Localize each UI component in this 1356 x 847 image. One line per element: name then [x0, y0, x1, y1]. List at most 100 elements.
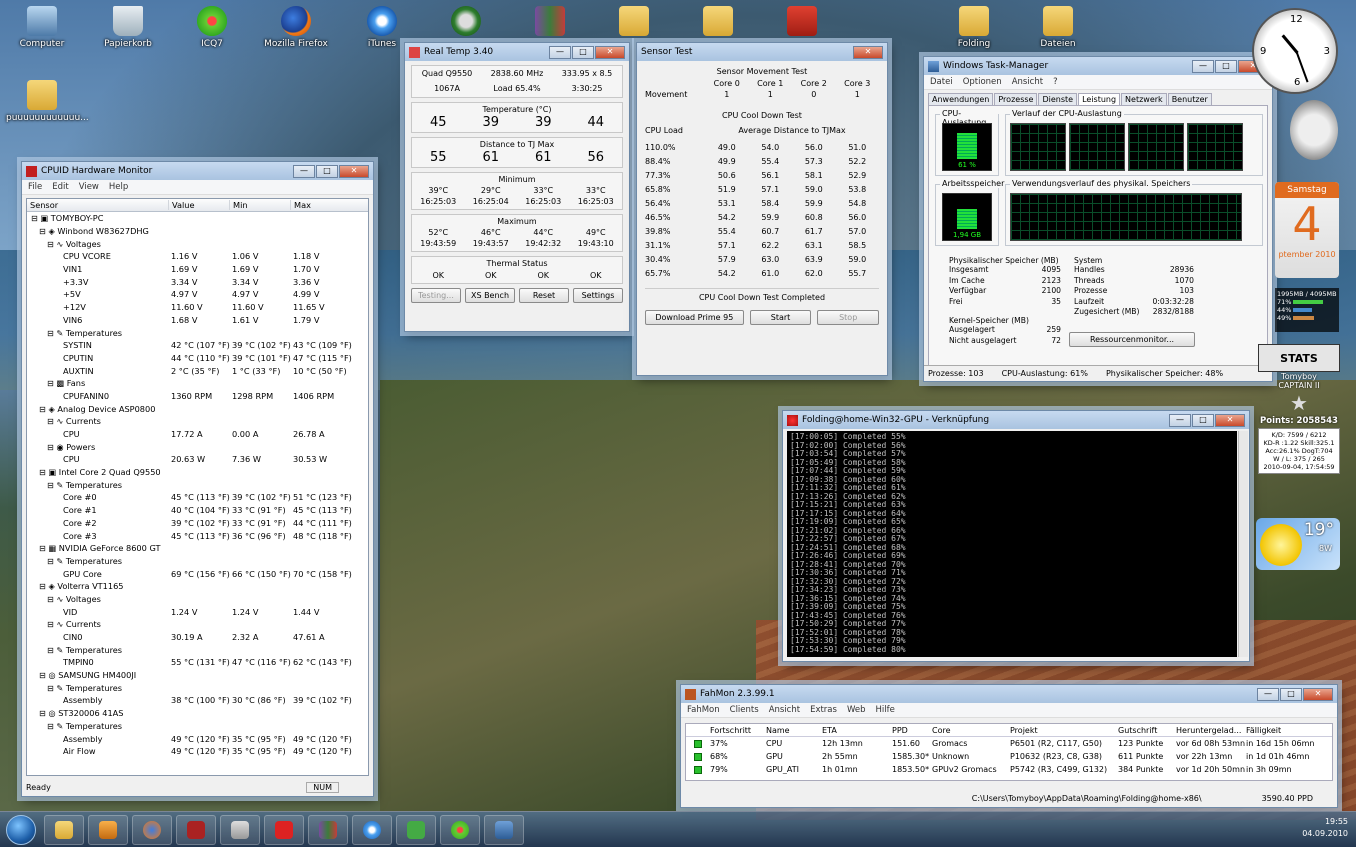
menu-clients[interactable]: Clients	[730, 705, 759, 715]
table-row[interactable]: CPUTIN 44 °C (110 °F) 39 °C (101 °F) 47 °C …	[27, 352, 368, 365]
maximize-button[interactable]: □	[1192, 413, 1214, 427]
table-row[interactable]: ⊟ ◎ SAMSUNG HM400JI	[27, 669, 368, 682]
fahmon-titlebar[interactable]: FahMon 2.3.99.1 — □ ✕	[681, 685, 1337, 703]
desktop-icon-mkv[interactable]	[434, 6, 498, 39]
taskbar-hwmonitor[interactable]	[176, 814, 216, 845]
desktop-icon-computer[interactable]: Computer	[10, 6, 74, 49]
desktop-icon-folding[interactable]: Folding	[942, 6, 1006, 49]
table-row[interactable]: 79% GPU_ATI 1h 01mn 1853.50* GPUv2 Gromacs P5…	[686, 763, 1332, 776]
weather-gadget[interactable]: 19° 8W	[1256, 518, 1340, 570]
testing-button[interactable]: Testing...	[411, 288, 461, 303]
sensortest-window[interactable]: Sensor Test ✕ Sensor Movement Test Core …	[636, 42, 888, 376]
column-header[interactable]: Core	[932, 726, 1010, 735]
sensortest-titlebar[interactable]: Sensor Test ✕	[637, 43, 887, 61]
column-header-max[interactable]: Max	[291, 200, 368, 210]
start-button[interactable]	[6, 814, 36, 845]
desktop-icon-recycle-bin[interactable]: Papierkorb	[96, 6, 160, 49]
table-row[interactable]: ⊟ ✎ Temperatures	[27, 643, 368, 656]
table-row[interactable]: ⊟ ✎ Temperatures	[27, 681, 368, 694]
table-row[interactable]: +12V 11.60 V 11.60 V 11.65 V	[27, 301, 368, 314]
settings-button[interactable]: Settings	[573, 288, 623, 303]
table-row[interactable]: ⊟ ∿ Voltages	[27, 593, 368, 606]
column-header-min[interactable]: Min	[230, 200, 291, 210]
table-row[interactable]: 37% CPU 12h 13mn 151.60 Gromacs P6501 (R2, C1…	[686, 737, 1332, 750]
column-header[interactable]: Fälligkeit	[1246, 726, 1314, 735]
table-row[interactable]: ⊟ ✎ Temperatures	[27, 720, 368, 733]
clock-gadget[interactable]: 12 3 6 9	[1252, 8, 1338, 94]
fahmon-client-table[interactable]: Fortschritt Name ETA PPD Core Projekt Gu…	[685, 723, 1333, 781]
close-button[interactable]: ✕	[1215, 413, 1245, 427]
column-header[interactable]: Projekt	[1010, 726, 1118, 735]
resource-monitor-button[interactable]: Ressourcenmonitor...	[1069, 332, 1195, 347]
table-row[interactable]: ⊟ ✎ Temperatures	[27, 478, 368, 491]
desktop-icon-folder-2[interactable]	[686, 6, 750, 39]
table-row[interactable]: ⊟ ∿ Currents	[27, 415, 368, 428]
minimize-button[interactable]: —	[549, 45, 571, 59]
tab-netzwerk[interactable]: Netzwerk	[1121, 93, 1167, 105]
menu-ansicht[interactable]: Ansicht	[1012, 77, 1043, 87]
realtemp-window[interactable]: Real Temp 3.40 — □ ✕ Quad Q9550 2838.60 MH…	[404, 42, 630, 332]
table-row[interactable]: ⊟ ▩ Fans	[27, 377, 368, 390]
table-row[interactable]: CPU 20.63 W 7.36 W 30.53 W	[27, 453, 368, 466]
table-row[interactable]: Core #0 45 °C (113 °F) 39 °C (102 °F) 51 °C…	[27, 491, 368, 504]
minimize-button[interactable]: —	[1169, 413, 1191, 427]
column-header[interactable]: Name	[766, 726, 822, 735]
table-row[interactable]: 68% GPU 2h 55mn 1585.30* Unknown P10632 (R23,…	[686, 750, 1332, 763]
taskbar-realtemp[interactable]	[220, 814, 260, 845]
close-button[interactable]: ✕	[853, 45, 883, 59]
table-row[interactable]: CPU 17.72 A 0.00 A 26.78 A	[27, 428, 368, 441]
table-row[interactable]: VIN1 1.69 V 1.69 V 1.70 V	[27, 263, 368, 276]
menu-ansicht[interactable]: Ansicht	[769, 705, 800, 715]
table-row[interactable]: ⊟ ◎ ST320006 41AS	[27, 707, 368, 720]
start-button[interactable]: Start	[749, 310, 812, 325]
menu-extras[interactable]: Extras	[810, 705, 837, 715]
desktop-icon-firefox[interactable]: Mozilla Firefox	[264, 6, 328, 49]
taskbar-icq[interactable]	[440, 814, 480, 845]
table-row[interactable]: Core #1 40 °C (104 °F) 33 °C (91 °F) 45 °C …	[27, 504, 368, 517]
cpu-meter-gadget[interactable]	[1290, 100, 1338, 160]
xs-bench-button[interactable]: XS Bench	[465, 288, 515, 303]
taskbar-media[interactable]	[88, 814, 128, 845]
taskbar-explorer[interactable]	[44, 814, 84, 845]
table-row[interactable]: Core #3 45 °C (113 °F) 36 °C (96 °F) 48 °C …	[27, 529, 368, 542]
table-row[interactable]: Assembly 49 °C (120 °F) 35 °C (95 °F) 49 °C…	[27, 732, 368, 745]
taskmanager-window[interactable]: Windows Task-Manager — □ ✕ Datei Optionen …	[923, 56, 1273, 382]
taskmanager-titlebar[interactable]: Windows Task-Manager — □ ✕	[924, 57, 1272, 75]
console-scrollbar[interactable]	[1238, 431, 1248, 657]
close-button[interactable]: ✕	[595, 45, 625, 59]
desktop-icon-icq[interactable]: ICQ7	[180, 6, 244, 49]
table-row[interactable]: CIN0 30.19 A 2.32 A 47.61 A	[27, 631, 368, 644]
reset-button[interactable]: Reset	[519, 288, 569, 303]
realtemp-titlebar[interactable]: Real Temp 3.40 — □ ✕	[405, 43, 629, 61]
column-header[interactable]: Fortschritt	[710, 726, 766, 735]
desktop-icon-winrar[interactable]	[518, 6, 582, 39]
table-row[interactable]: ⊟ ∿ Voltages	[27, 237, 368, 250]
menu-hilfe[interactable]: Hilfe	[876, 705, 895, 715]
tab-anwendungen[interactable]: Anwendungen	[928, 93, 994, 105]
table-row[interactable]: AUXTIN 2 °C (35 °F) 1 °C (33 °F) 10 °C (50 …	[27, 364, 368, 377]
maximize-button[interactable]: □	[572, 45, 594, 59]
column-header[interactable]: Heruntergelad...	[1176, 726, 1246, 735]
table-row[interactable]: ⊟ ✎ Temperatures	[27, 326, 368, 339]
table-row[interactable]: VID 1.24 V 1.24 V 1.44 V	[27, 605, 368, 618]
table-row[interactable]: TMPIN0 55 °C (131 °F) 47 °C (116 °F) 62 °C …	[27, 656, 368, 669]
table-row[interactable]: SYSTIN 42 °C (107 °F) 39 °C (102 °F) 43 °C …	[27, 339, 368, 352]
table-row[interactable]: Assembly 38 °C (100 °F) 30 °C (86 °F) 39 °C…	[27, 694, 368, 707]
console-output[interactable]: [17:00:05] Completed 55% [17:02:00] Compl…	[787, 431, 1237, 657]
column-header[interactable]: Gutschrift	[1118, 726, 1176, 735]
tab-prozesse[interactable]: Prozesse	[994, 93, 1038, 105]
column-header[interactable]: PPD	[892, 726, 932, 735]
maximize-button[interactable]: □	[316, 164, 338, 178]
menu-help[interactable]: ?	[1053, 77, 1058, 87]
folding-stats-gadget[interactable]: STATS Tomyboy CAPTAIN II ★ Points: 20585…	[1258, 344, 1340, 512]
tab-dienste[interactable]: Dienste	[1038, 93, 1078, 105]
hwmonitor-titlebar[interactable]: CPUID Hardware Monitor — □ ✕	[22, 162, 373, 180]
desktop-icon-folder-1[interactable]	[602, 6, 666, 39]
table-row[interactable]: +5V 4.97 V 4.97 V 4.99 V	[27, 288, 368, 301]
maximize-button[interactable]: □	[1215, 59, 1237, 73]
table-row[interactable]: Air Flow 49 °C (120 °F) 35 °C (95 °F) 49 °C…	[27, 745, 368, 758]
table-row[interactable]: ⊟ ∿ Currents	[27, 618, 368, 631]
column-header-value[interactable]: Value	[169, 200, 230, 210]
taskbar-taskmanager[interactable]	[484, 814, 524, 845]
close-button[interactable]: ✕	[339, 164, 369, 178]
